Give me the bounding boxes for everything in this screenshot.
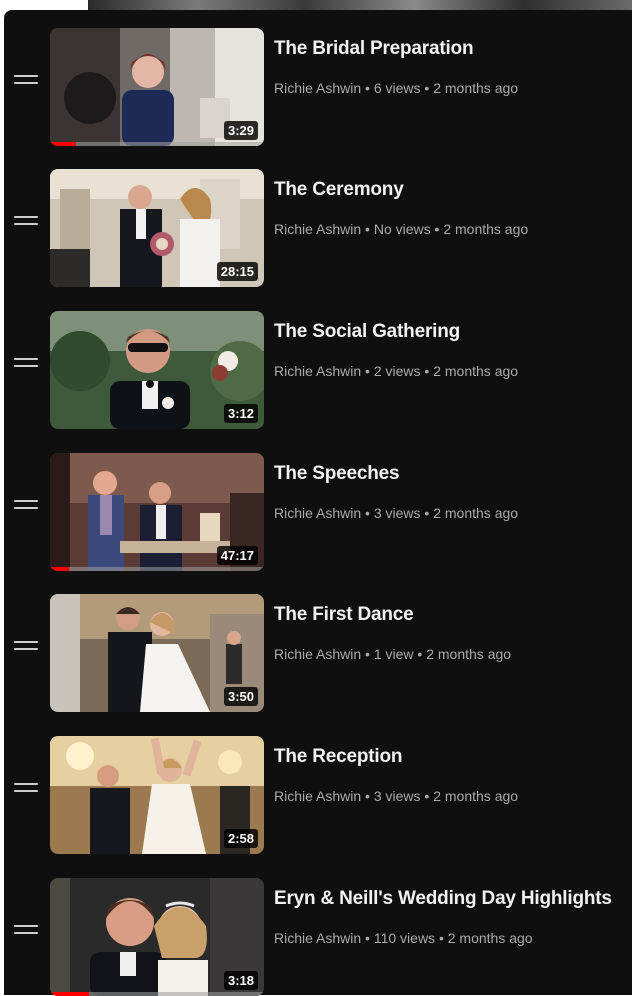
- meta-separator: •: [365, 930, 374, 946]
- channel-name[interactable]: Richie Ashwin: [274, 505, 361, 521]
- duration-badge: 3:18: [223, 971, 258, 990]
- video-title[interactable]: The Social Gathering: [274, 321, 460, 343]
- meta-separator: •: [365, 80, 374, 96]
- meta-separator: •: [438, 930, 448, 946]
- channel-name[interactable]: Richie Ashwin: [274, 646, 361, 662]
- video-meta: Richie Ashwin • 3 views • 2 months ago: [274, 505, 518, 521]
- video-meta: Richie Ashwin • 2 views • 2 months ago: [274, 363, 518, 379]
- upload-age: 2 months ago: [433, 505, 519, 521]
- video-thumbnail[interactable]: 28:15: [50, 169, 264, 287]
- view-count: 1 view: [373, 646, 414, 662]
- video-meta: Richie Ashwin • 3 views • 2 months ago: [274, 788, 518, 804]
- upload-age: 2 months ago: [447, 930, 533, 946]
- progress-track: [50, 142, 264, 146]
- playlist-item[interactable]: 47:17 The Speeches Richie Ashwin • 3 vie…: [4, 445, 632, 571]
- duration-badge: 3:29: [223, 121, 258, 140]
- drag-handle-icon[interactable]: [14, 75, 38, 85]
- upload-age: 2 months ago: [433, 80, 519, 96]
- video-thumbnail[interactable]: 3:29: [50, 28, 264, 146]
- drag-handle-icon[interactable]: [14, 925, 38, 935]
- video-thumbnail[interactable]: 47:17: [50, 453, 264, 571]
- watch-progress-bar: [50, 992, 89, 996]
- channel-name[interactable]: Richie Ashwin: [274, 930, 361, 946]
- playlist-item[interactable]: 3:12 The Social Gathering Richie Ashwin …: [4, 303, 632, 429]
- video-meta: Richie Ashwin • No views • 2 months ago: [274, 221, 528, 237]
- duration-badge: 3:50: [223, 687, 258, 706]
- meta-separator: •: [424, 363, 434, 379]
- view-count: 110 views: [373, 930, 436, 946]
- view-count: 2 views: [373, 363, 421, 379]
- upload-age: 2 months ago: [443, 221, 529, 237]
- video-title[interactable]: The Speeches: [274, 463, 400, 485]
- meta-separator: •: [365, 646, 374, 662]
- meta-separator: •: [417, 646, 427, 662]
- video-title[interactable]: The Ceremony: [274, 179, 404, 201]
- upload-age: 2 months ago: [426, 646, 512, 662]
- playlist-item[interactable]: 3:18 Eryn & Neill's Wedding Day Highligh…: [4, 870, 632, 996]
- playlist-item[interactable]: 3:50 The First Dance Richie Ashwin • 1 v…: [4, 586, 632, 712]
- video-player-strip: [88, 0, 632, 10]
- duration-badge: 47:17: [216, 546, 258, 565]
- meta-separator: •: [424, 80, 434, 96]
- video-title[interactable]: The Bridal Preparation: [274, 38, 474, 60]
- video-title[interactable]: Eryn & Neill's Wedding Day Highlights: [274, 888, 612, 910]
- playlist-item[interactable]: 28:15 The Ceremony Richie Ashwin • No vi…: [4, 161, 632, 287]
- drag-handle-icon[interactable]: [14, 783, 38, 793]
- channel-name[interactable]: Richie Ashwin: [274, 221, 361, 237]
- meta-separator: •: [365, 363, 374, 379]
- playlist-item[interactable]: 3:29 The Bridal Preparation Richie Ashwi…: [4, 20, 632, 146]
- video-meta: Richie Ashwin • 1 view • 2 months ago: [274, 646, 511, 662]
- watch-progress-bar: [50, 567, 70, 571]
- meta-separator: •: [434, 221, 444, 237]
- meta-separator: •: [365, 788, 374, 804]
- video-thumbnail[interactable]: 3:50: [50, 594, 264, 712]
- meta-separator: •: [365, 221, 374, 237]
- view-count: No views: [373, 221, 431, 237]
- view-count: 6 views: [373, 80, 421, 96]
- video-thumbnail[interactable]: 3:18: [50, 878, 264, 996]
- channel-name[interactable]: Richie Ashwin: [274, 788, 361, 804]
- playlist-panel: 3:29 The Bridal Preparation Richie Ashwi…: [4, 10, 632, 996]
- watch-progress-bar: [50, 142, 76, 146]
- drag-handle-icon[interactable]: [14, 358, 38, 368]
- channel-name[interactable]: Richie Ashwin: [274, 363, 361, 379]
- upload-age: 2 months ago: [433, 363, 519, 379]
- duration-badge: 3:12: [223, 404, 258, 423]
- meta-separator: •: [365, 505, 374, 521]
- duration-badge: 28:15: [216, 262, 258, 281]
- video-title[interactable]: The First Dance: [274, 604, 414, 626]
- drag-handle-icon[interactable]: [14, 216, 38, 226]
- progress-track: [50, 567, 264, 571]
- view-count: 3 views: [373, 788, 421, 804]
- playlist-item[interactable]: 2:58 The Reception Richie Ashwin • 3 vie…: [4, 728, 632, 854]
- duration-badge: 2:58: [223, 829, 258, 848]
- meta-separator: •: [424, 788, 434, 804]
- video-title[interactable]: The Reception: [274, 746, 403, 768]
- upload-age: 2 months ago: [433, 788, 519, 804]
- channel-name[interactable]: Richie Ashwin: [274, 80, 361, 96]
- drag-handle-icon[interactable]: [14, 641, 38, 651]
- video-thumbnail[interactable]: 2:58: [50, 736, 264, 854]
- video-thumbnail[interactable]: 3:12: [50, 311, 264, 429]
- video-meta: Richie Ashwin • 6 views • 2 months ago: [274, 80, 518, 96]
- video-meta: Richie Ashwin • 110 views • 2 months ago: [274, 930, 533, 946]
- view-count: 3 views: [373, 505, 421, 521]
- meta-separator: •: [424, 505, 434, 521]
- drag-handle-icon[interactable]: [14, 500, 38, 510]
